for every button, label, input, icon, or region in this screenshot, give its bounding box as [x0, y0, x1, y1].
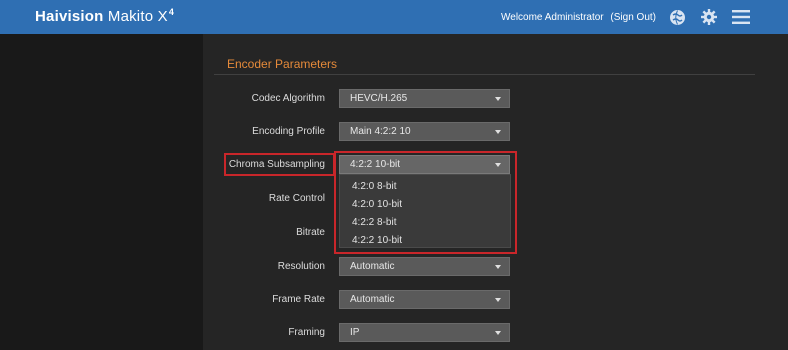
chevron-down-icon [495, 97, 501, 101]
globe-icon[interactable] [668, 8, 686, 26]
chevron-down-icon [495, 331, 501, 335]
chevron-down-icon [495, 265, 501, 269]
product-suffix: 4 [168, 7, 175, 17]
frame-rate-value: Automatic [350, 294, 395, 305]
app-logo: Haivision Makito X4 [35, 7, 175, 25]
highlight-box-dropdown [334, 151, 517, 254]
framing-label: Framing [288, 327, 325, 338]
gear-icon[interactable] [700, 8, 718, 26]
section-title: Encoder Parameters [227, 57, 338, 71]
resolution-select[interactable]: Automatic [339, 257, 510, 276]
encoding-profile-select[interactable]: Main 4:2:2 10 [339, 122, 510, 141]
hamburger-menu-icon[interactable] [731, 8, 751, 26]
resolution-value: Automatic [350, 261, 395, 272]
codec-algorithm-select[interactable]: HEVC/H.265 [339, 89, 510, 108]
sidebar [0, 34, 203, 350]
sign-out-link[interactable]: (Sign Out) [610, 12, 656, 23]
highlight-box-label [224, 153, 335, 176]
section-divider [214, 74, 755, 75]
frame-rate-select[interactable]: Automatic [339, 290, 510, 309]
top-bar: Haivision Makito X4 Welcome Administrato… [0, 0, 788, 34]
codec-algorithm-value: HEVC/H.265 [350, 93, 408, 104]
encoding-profile-value: Main 4:2:2 10 [350, 126, 411, 137]
resolution-label: Resolution [277, 261, 325, 272]
encoding-profile-label: Encoding Profile [252, 126, 325, 137]
bitrate-label: Bitrate [296, 227, 325, 238]
rate-control-label: Rate Control [268, 193, 325, 204]
framing-value: IP [350, 327, 360, 338]
framing-select[interactable]: IP [339, 323, 510, 342]
frame-rate-label: Frame Rate [272, 294, 325, 305]
chevron-down-icon [495, 298, 501, 302]
welcome-text: Welcome Administrator [501, 12, 604, 23]
chevron-down-icon [495, 130, 501, 134]
codec-algorithm-label: Codec Algorithm [251, 93, 325, 104]
product-name: Makito X [107, 8, 168, 25]
welcome-area: Welcome Administrator (Sign Out) [501, 12, 656, 23]
brand-name: Haivision [35, 8, 104, 25]
